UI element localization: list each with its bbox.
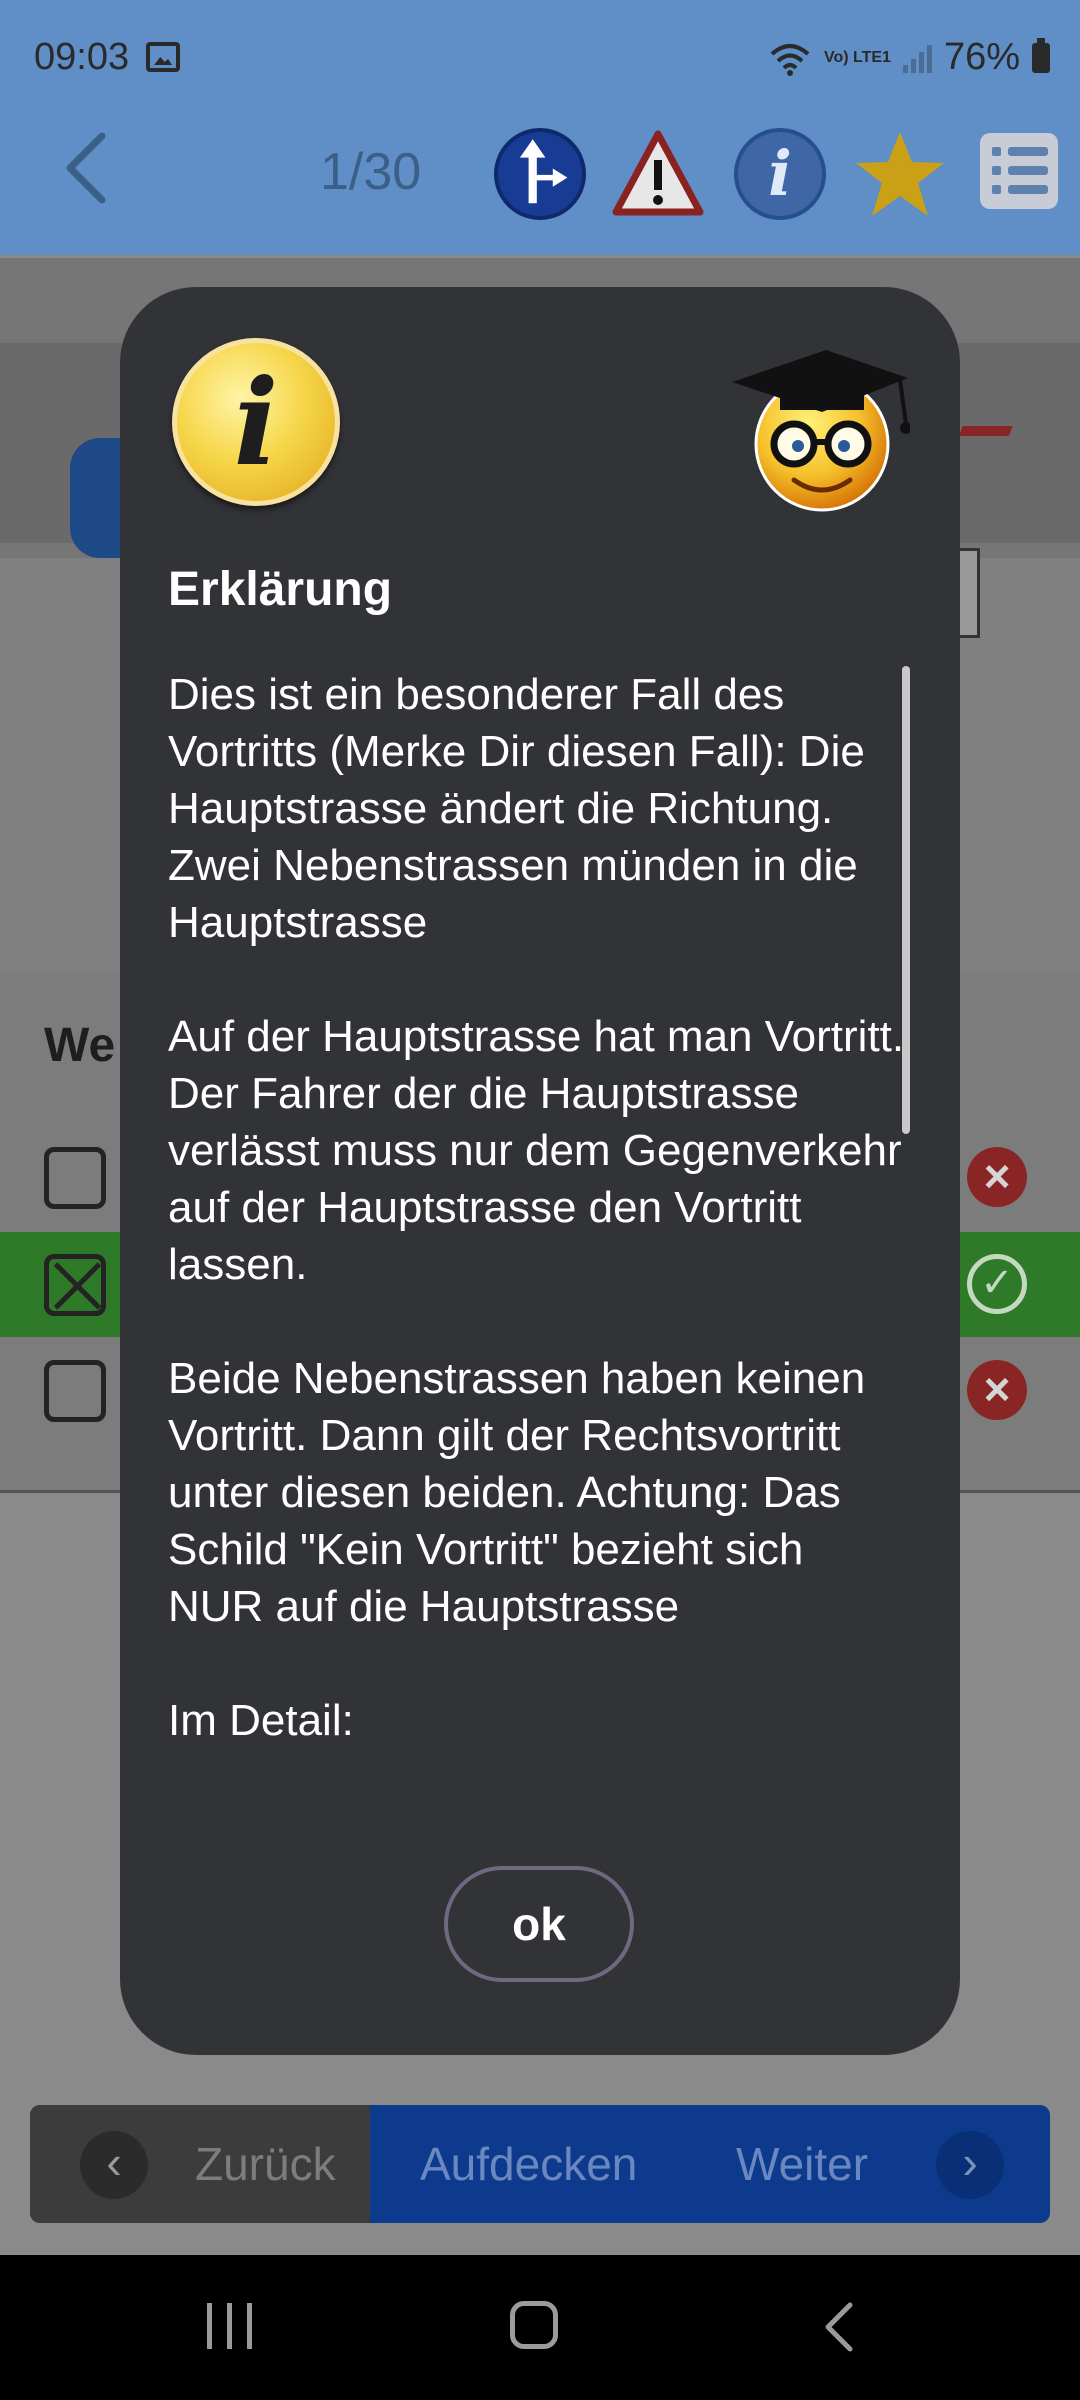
recent-apps-icon[interactable] (205, 2303, 255, 2349)
direction-sign-icon[interactable] (494, 128, 586, 220)
battery-percent: 76% (943, 36, 1020, 78)
reveal-button[interactable]: Aufdecken (420, 2137, 637, 2191)
network-type: Vo) LTE1 (823, 48, 891, 66)
graduate-smiley-icon (732, 350, 910, 512)
answer-checkbox[interactable] (44, 1147, 106, 1209)
info-icon[interactable]: i (734, 128, 826, 220)
status-indicators: Vo) LTE1 76% (768, 36, 1050, 79)
question-text: We (44, 1019, 116, 1072)
warning-icon[interactable] (612, 128, 704, 220)
dialog-body-text: Dies ist ein besonderer Fall des Vortrit… (168, 670, 905, 1745)
dialog-title: Erklärung (168, 563, 393, 616)
home-icon[interactable] (510, 2301, 558, 2349)
wrong-icon: × (967, 1147, 1027, 1207)
battery-icon (1032, 37, 1050, 73)
answer-checkbox[interactable] (44, 1254, 106, 1316)
ok-button[interactable]: ok (444, 1866, 634, 1982)
dialog-scrollbar[interactable] (902, 666, 910, 1134)
chevron-left-icon[interactable]: ‹ (80, 2131, 148, 2199)
bottom-navigation: ‹ Zurück Aufdecken Weiter › (30, 2105, 1050, 2223)
signal-icon (902, 43, 932, 73)
wrong-icon: × (967, 1360, 1027, 1420)
chevron-right-icon[interactable]: › (936, 2131, 1004, 2199)
status-bar: 09:03 Vo) LTE1 76% (0, 0, 1080, 120)
gallery-notification-icon (146, 42, 180, 72)
answer-checkbox[interactable] (44, 1360, 106, 1422)
question-counter: 1/30 (320, 143, 422, 201)
status-time: 09:03 (34, 36, 130, 78)
system-back-icon[interactable] (820, 2301, 860, 2353)
system-navigation-bar (0, 2255, 1080, 2400)
back-button-label[interactable]: Zurück (195, 2137, 336, 2191)
info-icon: i (172, 338, 340, 506)
check-icon: ✓ (967, 1254, 1027, 1314)
back-arrow-icon[interactable] (58, 128, 118, 208)
star-icon[interactable] (854, 128, 946, 220)
wifi-icon (770, 43, 810, 76)
list-icon[interactable] (980, 133, 1058, 209)
next-button[interactable]: Weiter (736, 2137, 868, 2191)
